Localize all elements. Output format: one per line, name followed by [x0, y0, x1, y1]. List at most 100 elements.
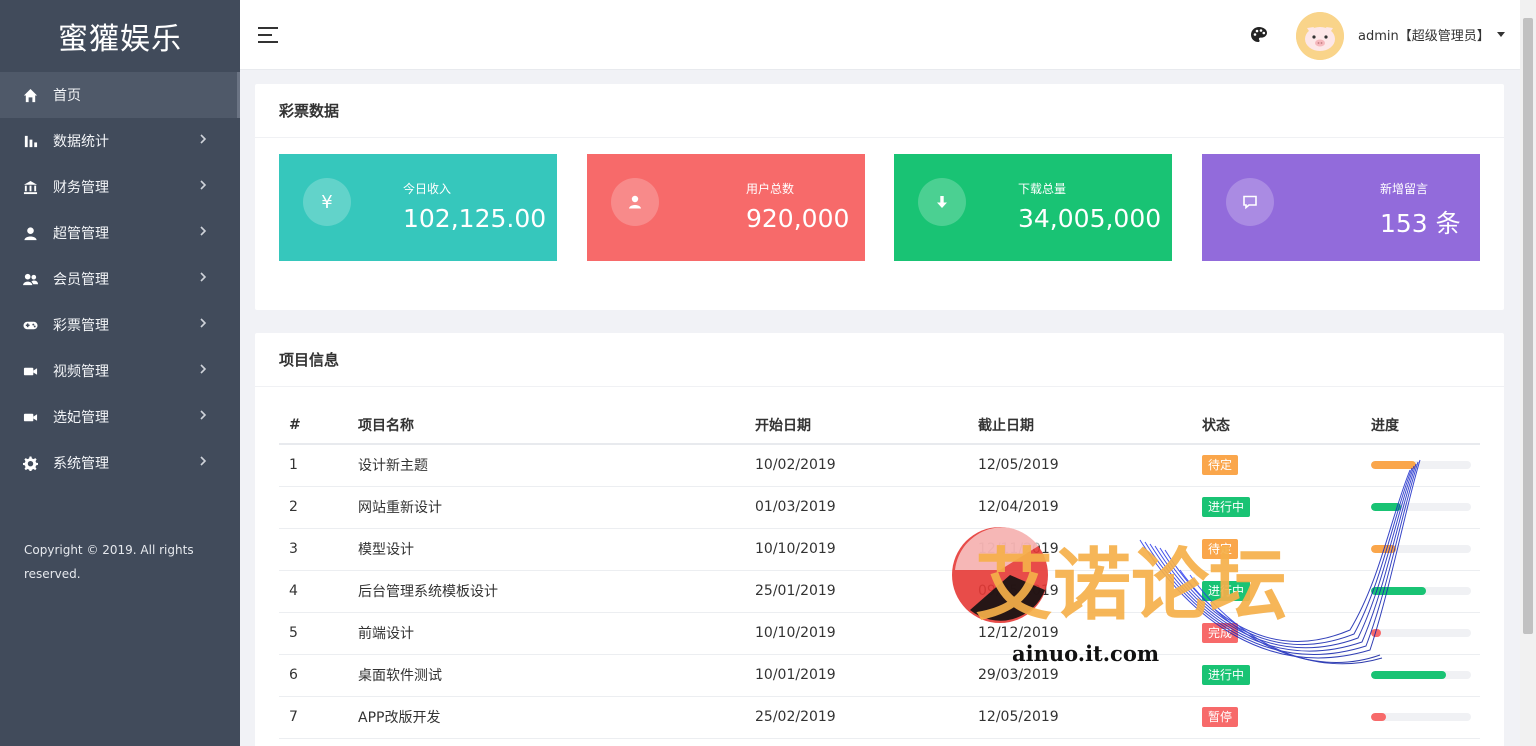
- chevron-right-icon: [198, 363, 212, 377]
- chevron-right-icon: [198, 409, 212, 423]
- column-header: 进度: [1371, 406, 1480, 445]
- column-header: 状态: [1202, 406, 1371, 445]
- table-row[interactable]: 6 桌面软件测试 10/01/2019 29/03/2019 进行中: [279, 654, 1480, 697]
- chevron-right-icon: [198, 317, 212, 331]
- row-id: 2: [279, 486, 358, 529]
- chevron-right-icon: [198, 271, 212, 285]
- end-date: 09/05/2019: [978, 570, 1202, 613]
- user-icon: [611, 178, 659, 226]
- table-row[interactable]: 2 网站重新设计 01/03/2019 12/04/2019 进行中: [279, 486, 1480, 529]
- table-header-row: # 项目名称 开始日期 截止日期 状态 进度: [279, 406, 1480, 445]
- progress-fill: [1371, 713, 1386, 721]
- status-badge: 进行中: [1202, 497, 1251, 517]
- gear-icon: [22, 455, 38, 471]
- start-date: 25/01/2019: [755, 570, 978, 613]
- status-badge: 待定: [1202, 539, 1239, 559]
- sidebar-item-finance[interactable]: 财务管理: [0, 164, 240, 210]
- avatar[interactable]: [1296, 12, 1344, 60]
- row-id: 1: [279, 444, 358, 487]
- progress-fill: [1371, 587, 1426, 595]
- row-id: 3: [279, 528, 358, 571]
- scrollbar-thumb[interactable]: [1523, 18, 1533, 634]
- stat-card-income: ¥ 今日收入 102,125.00: [279, 154, 557, 261]
- sidebar-item-video[interactable]: 视频管理: [0, 348, 240, 394]
- row-id: 6: [279, 654, 358, 697]
- sidebar-item-label: 彩票管理: [53, 318, 109, 334]
- caret-down-icon[interactable]: [1497, 32, 1505, 37]
- end-date: 12/11/2019: [978, 528, 1202, 571]
- sidebar-nav: 首页 数据统计 财务管理 超管管理 会员管理 彩票管理 视频管理 选妃管理 系统…: [0, 72, 240, 486]
- sidebar-item-super-admin[interactable]: 超管管理: [0, 210, 240, 256]
- start-date: 01/03/2019: [755, 486, 978, 529]
- stat-label: 新增留言: [1380, 182, 1429, 196]
- stat-label: 用户总数: [746, 182, 795, 196]
- progress-bar: [1371, 461, 1471, 470]
- column-header: 截止日期: [978, 406, 1202, 445]
- menu-toggle-icon[interactable]: [258, 27, 278, 43]
- sidebar-item-label: 财务管理: [53, 180, 109, 196]
- download-icon: [918, 178, 966, 226]
- sidebar-item-lottery[interactable]: 彩票管理: [0, 302, 240, 348]
- stat-label: 下载总量: [1018, 182, 1067, 196]
- progress-fill: [1371, 629, 1381, 637]
- stat-label: 今日收入: [403, 182, 452, 196]
- sidebar-item-label: 超管管理: [53, 226, 109, 242]
- stat-card-users: 用户总数 920,000: [587, 154, 865, 261]
- progress-bar: [1371, 545, 1471, 553]
- user-icon: [22, 225, 38, 241]
- end-date: 12/04/2019: [978, 486, 1202, 529]
- stat-value: 34,005,000: [1018, 204, 1162, 233]
- bar-chart-icon: [22, 133, 38, 149]
- users-icon: [22, 271, 38, 287]
- sidebar: 蜜獾娱乐 首页 数据统计 财务管理 超管管理 会员管理 彩票管理 视频管理 选妃…: [0, 0, 240, 746]
- progress-bar: [1371, 503, 1471, 511]
- user-menu[interactable]: admin【超级管理员】: [1358, 25, 1490, 44]
- project-name: 后台管理系统模板设计: [358, 570, 755, 613]
- sidebar-item-home[interactable]: 首页: [0, 72, 240, 118]
- yen-icon: ¥: [303, 178, 351, 226]
- stat-value: 102,125.00: [403, 204, 547, 233]
- chevron-right-icon: [198, 133, 212, 147]
- end-date: 29/03/2019: [978, 654, 1202, 697]
- table-row[interactable]: 7 APP改版开发 25/02/2019 12/05/2019 暂停: [279, 696, 1480, 739]
- sidebar-item-statistics[interactable]: 数据统计: [0, 118, 240, 164]
- brand-logo[interactable]: 蜜獾娱乐: [0, 0, 240, 72]
- card-title: 项目信息: [255, 333, 1504, 387]
- project-name: APP改版开发: [358, 696, 755, 739]
- palette-icon[interactable]: [1250, 26, 1268, 44]
- progress-fill: [1371, 503, 1401, 511]
- column-header: #: [279, 406, 358, 445]
- end-date: 12/12/2019: [978, 612, 1202, 655]
- copyright-text: Copyright © 2019. All rights reserved.: [24, 543, 194, 581]
- project-name: 桌面软件测试: [358, 654, 755, 697]
- stat-card-messages: 新增留言 153 条: [1202, 154, 1480, 261]
- table-row[interactable]: 5 前端设计 10/10/2019 12/12/2019 完成: [279, 612, 1480, 655]
- progress-bar: [1371, 713, 1471, 721]
- sidebar-item-label: 首页: [53, 88, 81, 104]
- status-badge: 暂停: [1202, 707, 1239, 727]
- status-badge: 进行中: [1202, 665, 1251, 685]
- chevron-right-icon: [198, 225, 212, 239]
- project-name: 模型设计: [358, 528, 755, 571]
- start-date: 10/10/2019: [755, 612, 978, 655]
- table-row[interactable]: 3 模型设计 10/10/2019 12/11/2019 待定: [279, 528, 1480, 571]
- stat-value: 153 条: [1380, 209, 1461, 238]
- status-badge: 进行中: [1202, 581, 1251, 601]
- column-header: 开始日期: [755, 406, 978, 445]
- end-date: 12/05/2019: [978, 444, 1202, 487]
- progress-bar: [1371, 629, 1471, 637]
- table-row[interactable]: 1 设计新主题 10/02/2019 12/05/2019 待定: [279, 444, 1480, 487]
- project-info-card: 项目信息 # 项目名称 开始日期 截止日期 状态 进度 1 设计新主题 10/02/…: [255, 333, 1504, 746]
- video-icon: [22, 363, 38, 379]
- progress-fill: [1371, 545, 1396, 553]
- column-header: 项目名称: [358, 406, 755, 445]
- topbar: admin【超级管理员】: [240, 0, 1520, 70]
- bank-icon: [22, 179, 38, 195]
- sidebar-item-selection[interactable]: 选妃管理: [0, 394, 240, 440]
- project-name: 设计新主题: [358, 444, 755, 487]
- sidebar-item-members[interactable]: 会员管理: [0, 256, 240, 302]
- table-row[interactable]: 4 后台管理系统模板设计 25/01/2019 09/05/2019 进行中: [279, 570, 1480, 613]
- sidebar-item-system[interactable]: 系统管理: [0, 440, 240, 486]
- video-icon: [22, 409, 38, 425]
- project-name: 网站重新设计: [358, 486, 755, 529]
